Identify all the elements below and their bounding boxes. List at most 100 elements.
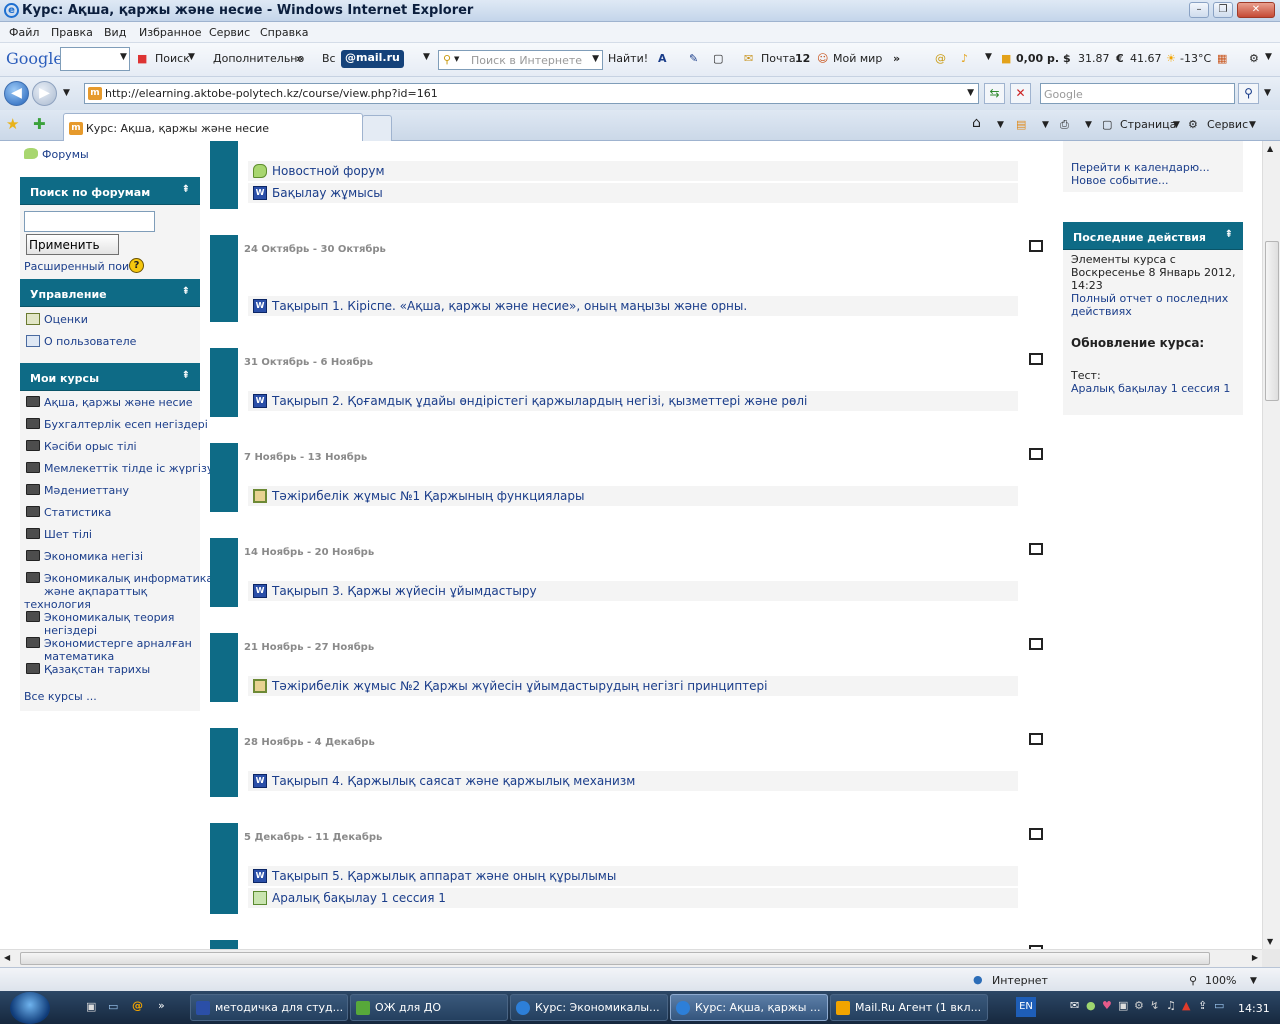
menu-file[interactable]: Файл [9,26,39,39]
pencil-icon[interactable]: ✎ [689,52,698,65]
go-to-calendar-link[interactable]: Перейти к календарю... [1071,161,1210,174]
profile-link-row[interactable]: О пользователе [26,335,136,348]
taskbar-item-ie-1[interactable]: Курс: Экономикалы... [510,994,668,1021]
activity-row[interactable]: Тәжірибелік жұмыс №1 Қаржының функциялар… [248,486,1018,506]
collapse-icon[interactable]: ⇞ [182,184,190,195]
print-icon[interactable]: ⎙ [1060,118,1069,132]
home-dropdown-icon[interactable]: ▼ [997,120,1004,130]
scroll-up-icon[interactable]: ▲ [1267,144,1273,153]
forward-button[interactable]: ▶ [32,81,57,106]
address-field[interactable]: m http://elearning.aktobe-polytech.kz/co… [84,83,979,104]
course-item[interactable]: Қазақстан тарихы [26,663,150,676]
menu-tools[interactable]: Сервис [209,26,250,39]
tab-active-course[interactable]: m Курс: Ақша, қаржы және несие [63,113,363,141]
course-item-continued[interactable]: негіздері [44,624,97,637]
activity-row[interactable]: Тәжірибелік жұмыс №2 Қаржы жүйесін ұйымд… [248,676,1018,696]
at-sign-icon[interactable]: @ [935,52,946,65]
activity-link[interactable]: Тақырып 2. Қоғамдық ұдайы өндірістегі қа… [272,394,807,408]
font-size-icon[interactable]: A [658,52,667,65]
taskbar-clock[interactable]: 14:31 [1238,1002,1270,1015]
minimize-button[interactable]: – [1189,2,1209,18]
forums-link-row[interactable]: Форумы [24,148,89,161]
activity-link[interactable]: Бақылау жұмысы [272,186,383,200]
activity-link[interactable]: Новостной форум [272,164,385,178]
print-dropdown-icon[interactable]: ▼ [1085,120,1092,130]
page-menu-button[interactable]: Страница [1120,118,1176,131]
chevron-right-icon[interactable]: » [296,52,303,65]
course-item[interactable]: Статистика [26,506,111,519]
page-icon[interactable]: ▢ [713,52,723,65]
activity-link[interactable]: Тәжірибелік жұмыс №2 Қаржы жүйесін ұйымд… [272,679,768,693]
apply-button[interactable]: Применить [26,234,119,255]
full-report-link[interactable]: Полный отчет о последних [1071,292,1228,305]
course-item[interactable]: Экономистерге арналған [26,637,192,650]
feeds-icon[interactable]: ▤ [1016,118,1026,131]
grades-link[interactable]: Оценки [44,313,88,326]
tray-usb-icon[interactable]: ↯ [1150,999,1159,1012]
dropdown-arrow-icon[interactable]: ▼ [120,52,127,62]
add-favorites-icon[interactable]: ✚ [33,115,46,133]
activity-row[interactable]: W Тақырып 3. Қаржы жүйесін ұйымдастыру [248,581,1018,601]
collapse-icon[interactable]: ⇞ [182,370,190,381]
taskbar-item-ie-active[interactable]: Курс: Ақша, қаржы ... [670,994,828,1021]
maximize-button[interactable]: ❐ [1213,2,1233,18]
show-desktop-icon[interactable]: ▭ [108,1000,118,1013]
find-button[interactable]: Найти! [608,52,648,65]
activity-link[interactable]: Тәжірибелік жұмыс №1 Қаржының функциялар… [272,489,585,503]
highlight-checkbox[interactable] [1029,353,1043,365]
help-icon[interactable]: ? [129,258,144,273]
mailru-agent-icon[interactable]: @ [132,999,143,1012]
course-item[interactable]: Кәсіби орыс тілі [26,440,137,453]
myworld-button[interactable]: Мой мир [833,52,882,65]
collapse-icon[interactable]: ⇞ [182,286,190,297]
tray-antivirus-icon[interactable]: ▲ [1182,999,1190,1012]
scroll-left-icon[interactable]: ◀ [4,953,10,962]
tray-safely-remove-icon[interactable]: ⇪ [1198,999,1207,1012]
map-icon[interactable]: ▦ [1217,52,1227,65]
activity-link[interactable]: Аралық бақылау 1 сессия 1 [272,891,446,905]
home-icon[interactable]: ⌂ [972,115,981,131]
tray-volume-icon[interactable]: ♫ [1166,999,1176,1012]
search-icon[interactable]: ⚲ [1238,83,1259,104]
course-item-continued[interactable]: математика [44,650,114,663]
menu-edit[interactable]: Правка [51,26,93,39]
google-search-field[interactable]: Google [1040,83,1235,104]
course-item[interactable]: Экономикалық информатика [26,572,213,585]
highlight-checkbox[interactable] [1029,448,1043,460]
scroll-right-icon[interactable]: ▶ [1252,953,1258,962]
vertical-scroll-thumb[interactable] [1265,241,1279,401]
highlight-checkbox[interactable] [1029,638,1043,650]
course-item[interactable]: Экономика негізі [26,550,143,563]
activity-row[interactable]: Аралық бақылау 1 сессия 1 [248,888,1018,908]
tools-menu-button[interactable]: Сервис [1207,118,1248,131]
activity-row[interactable]: W Тақырып 1. Кіріспе. «Ақша, қаржы және … [248,296,1018,316]
security-zone[interactable]: Интернет [992,974,1048,987]
close-button[interactable]: ✕ [1237,2,1275,18]
refresh-icon[interactable]: ⇆ [984,83,1005,104]
forums-link[interactable]: Форумы [42,148,89,161]
quicklaunch-tools-icon[interactable]: ▣ [86,1000,96,1013]
toolbar-overflow-icon[interactable]: » [893,52,900,65]
horizontal-scrollbar[interactable]: ◀ ▶ [0,949,1262,967]
tray-network-icon[interactable]: ⚙ [1134,999,1144,1012]
activity-link[interactable]: Тақырып 4. Қаржылық саясат және қаржылық… [272,774,635,788]
tray-agent-icon[interactable]: ● [1086,999,1096,1012]
stop-icon[interactable]: ✕ [1010,83,1031,104]
history-dropdown-icon[interactable]: ▼ [63,88,70,98]
magnifier-dropdown-icon[interactable]: ▼ [454,55,459,63]
collapse-icon[interactable]: ⇞ [1225,229,1233,240]
activity-link[interactable]: Тақырып 5. Қаржылық аппарат және оның құ… [272,869,616,883]
menu-view[interactable]: Вид [104,26,126,39]
taskbar-item-word[interactable]: методичка для студ... [190,994,348,1021]
search-provider-dropdown-icon[interactable]: ▼ [1264,88,1271,98]
course-item[interactable]: Шет тілі [26,528,92,541]
horizontal-scroll-thumb[interactable] [20,952,1210,965]
new-tab-button[interactable] [362,115,392,141]
all-courses-link[interactable]: Все курсы ... [24,690,97,703]
favorites-star-icon[interactable]: ★ [6,115,19,133]
search-dropdown-icon[interactable]: ▼ [188,52,195,62]
course-item[interactable]: Экономикалық теория [26,611,174,624]
highlight-checkbox[interactable] [1029,240,1043,252]
more-button[interactable]: Дополнительно [213,52,304,65]
feeds-dropdown-icon[interactable]: ▼ [1042,120,1049,130]
